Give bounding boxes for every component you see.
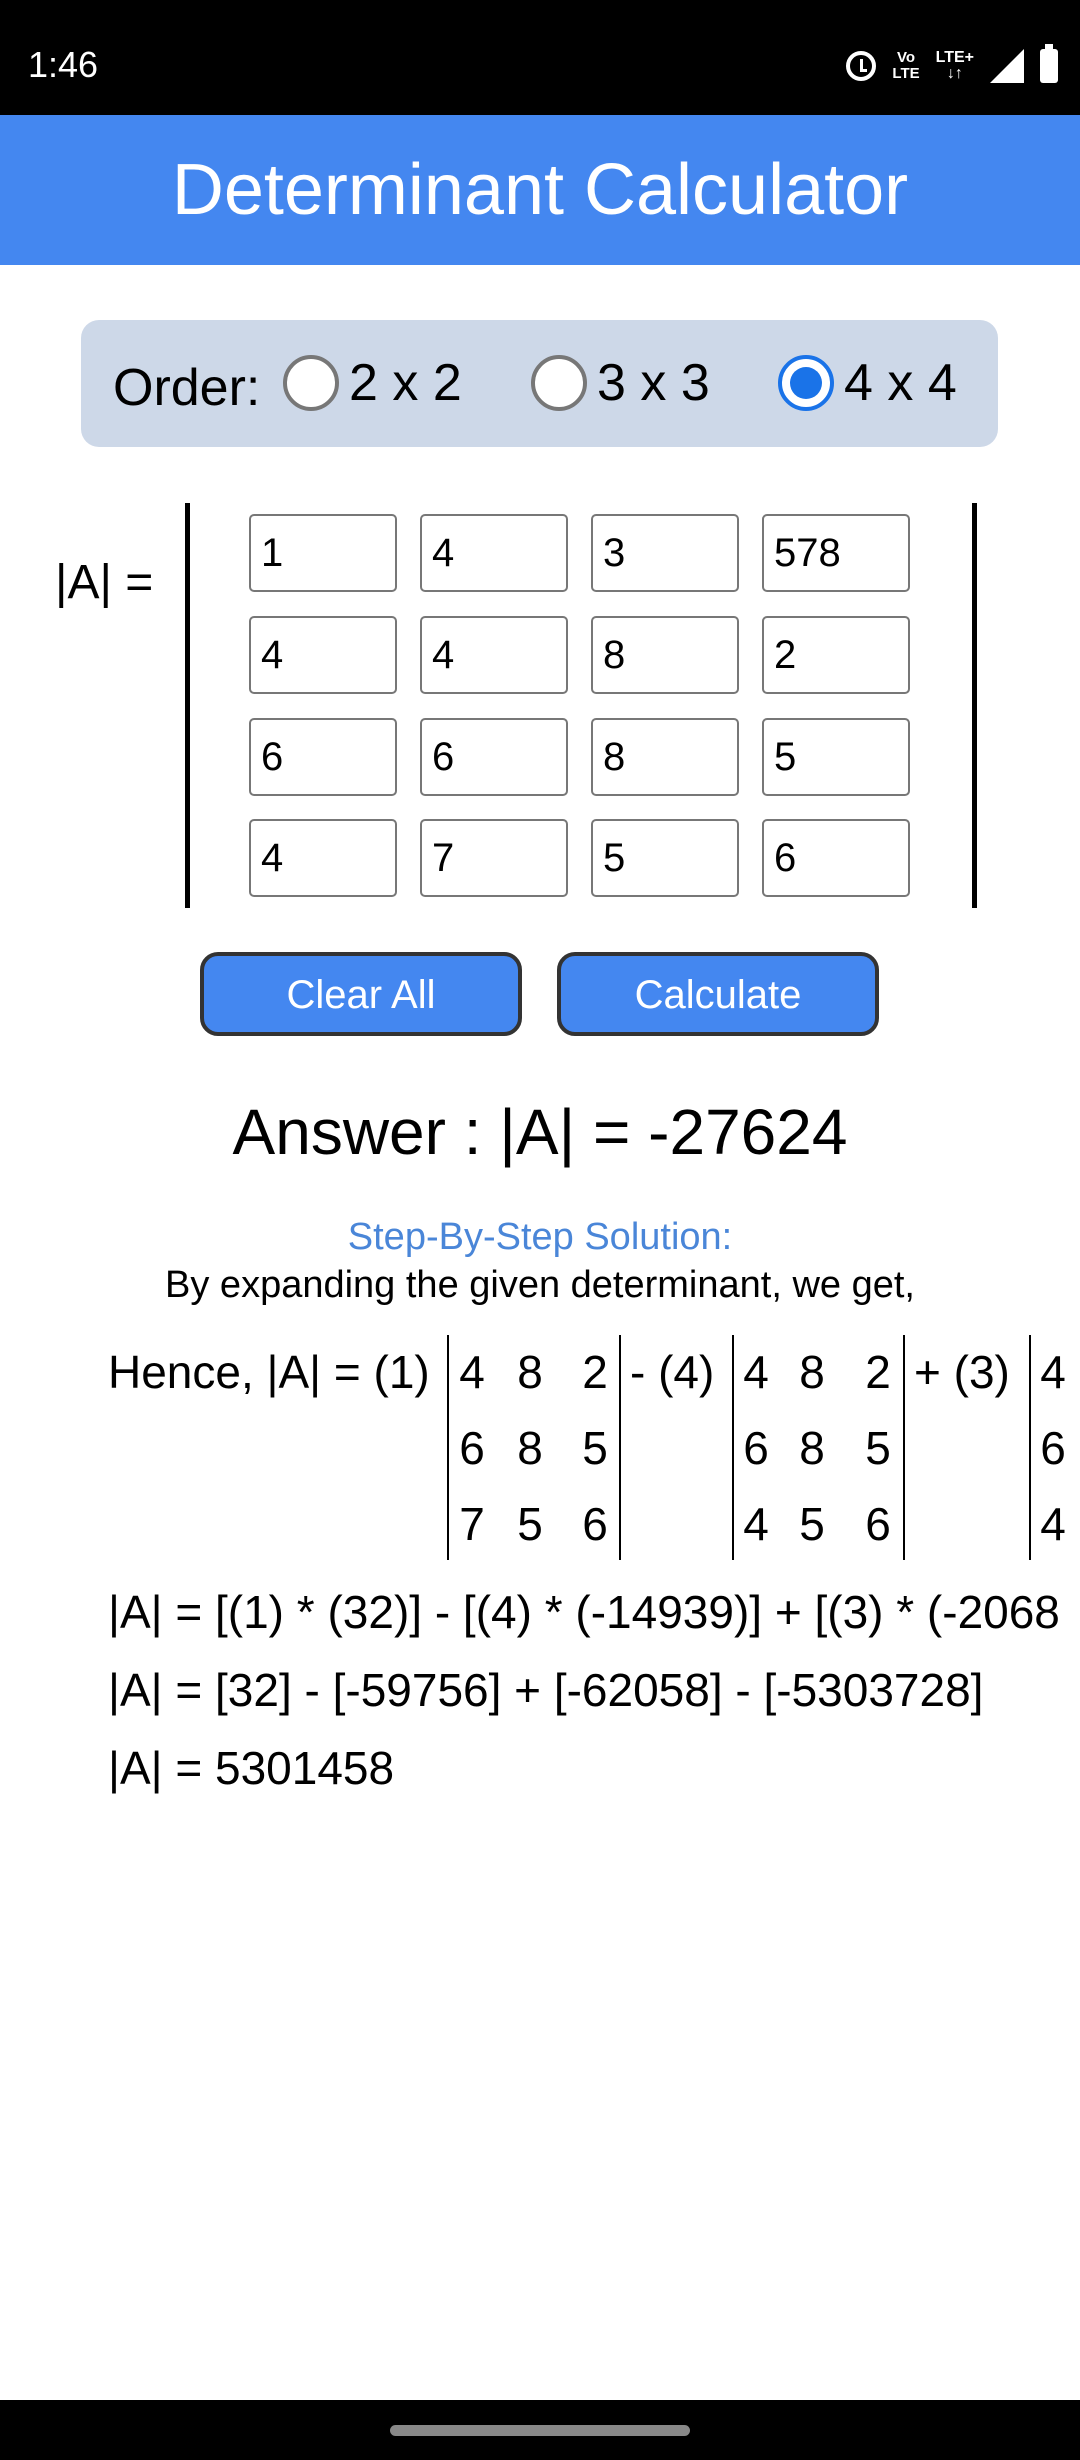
minor3-entry: 4	[1040, 1498, 1066, 1550]
matrix-cell-r2-c2[interactable]	[420, 616, 568, 694]
volte-icon: Vo LTE	[892, 50, 919, 82]
alarm-icon	[846, 51, 877, 81]
matrix-cell-r3-c3[interactable]	[591, 718, 739, 796]
matrix-cell-r3-c2[interactable]	[420, 718, 568, 796]
operator-plus-3: + (3)	[914, 1346, 1010, 1398]
matrix-cell-r3-c4[interactable]	[762, 718, 910, 796]
minor2-entry: 6	[743, 1422, 769, 1474]
signal-icon	[990, 49, 1024, 83]
solution-line-2: |A| = [32] - [-59756] + [-62058] - [-530…	[108, 1664, 984, 1716]
order-option-2x2[interactable]: 2 x 2	[283, 350, 462, 416]
matrix-cell-r1-c1[interactable]	[249, 514, 397, 592]
order-option-label: 3 x 3	[597, 354, 710, 412]
page-title: Determinant Calculator	[171, 150, 909, 230]
minor2-entry: 6	[865, 1498, 891, 1550]
lte-plus-icon: LTE+ ↓↑	[936, 50, 974, 82]
radio-4x4[interactable]	[778, 355, 834, 411]
matrix-cell-r2-c3[interactable]	[591, 616, 739, 694]
solution-intro: By expanding the given determinant, we g…	[165, 1264, 915, 1306]
clear-all-button[interactable]: Clear All	[200, 952, 522, 1036]
solution-line-1: |A| = [(1) * (32)] - [(4) * (-14939)] + …	[108, 1586, 1060, 1638]
order-selector: Order: 2 x 2 3 x 3 4 x 4	[81, 320, 998, 447]
minor1-entry: 8	[517, 1422, 543, 1474]
battery-icon	[1040, 44, 1058, 83]
determinant-bar-right	[972, 503, 977, 908]
matrix-cell-r4-c4[interactable]	[762, 819, 910, 897]
data-arrows-icon: ↓↑	[946, 65, 963, 82]
minor3-entry: 4	[1040, 1346, 1066, 1398]
minor2-entry: 5	[799, 1498, 825, 1550]
minor2-entry: 8	[799, 1346, 825, 1398]
minor3-bar-left	[1029, 1335, 1031, 1560]
status-time: 1:46	[28, 44, 99, 85]
minor1-entry: 4	[459, 1346, 485, 1398]
minor1-entry: 2	[582, 1346, 608, 1398]
volte-bottom: LTE	[892, 65, 920, 82]
minor1-entry: 5	[517, 1498, 543, 1550]
order-option-label: 4 x 4	[844, 354, 957, 412]
minor1-entry: 8	[517, 1346, 543, 1398]
radio-2x2[interactable]	[283, 355, 339, 411]
minor1-entry: 7	[459, 1498, 485, 1550]
matrix-cell-r4-c3[interactable]	[591, 819, 739, 897]
matrix-label: |A| =	[55, 556, 154, 609]
radio-3x3[interactable]	[531, 355, 587, 411]
matrix-cell-r1-c2[interactable]	[420, 514, 568, 592]
solution-title: Step-By-Step Solution:	[347, 1216, 733, 1258]
minor3-entry: 6	[1040, 1422, 1066, 1474]
status-icons: Vo LTE LTE+ ↓↑	[846, 44, 1058, 86]
lte-label: LTE+	[935, 49, 974, 66]
volte-top: Vo	[896, 49, 916, 66]
operator-minus-4: - (4)	[630, 1346, 715, 1398]
order-option-label: 2 x 2	[349, 354, 462, 412]
minor2-entry: 8	[799, 1422, 825, 1474]
minor2-entry: 5	[865, 1422, 891, 1474]
app-header: Determinant Calculator	[0, 115, 1080, 265]
hence-prefix: Hence, |A| = (1)	[108, 1346, 430, 1398]
minor2-entry: 2	[865, 1346, 891, 1398]
minor2-entry: 4	[743, 1498, 769, 1550]
matrix-cell-r1-c4[interactable]	[762, 514, 910, 592]
minor2-bar-left	[732, 1335, 734, 1560]
order-option-4x4[interactable]: 4 x 4	[778, 350, 957, 416]
answer-text: Answer : |A| = -27624	[232, 1096, 848, 1168]
minor1-entry: 6	[582, 1498, 608, 1550]
minor1-entry: 6	[459, 1422, 485, 1474]
minor2-entry: 4	[743, 1346, 769, 1398]
calculate-button[interactable]: Calculate	[557, 952, 879, 1036]
matrix-cell-r1-c3[interactable]	[591, 514, 739, 592]
solution-line-3: |A| = 5301458	[108, 1742, 395, 1794]
minor1-bar-right	[619, 1335, 621, 1560]
home-gesture-handle[interactable]	[390, 2425, 690, 2436]
matrix-cell-r3-c1[interactable]	[249, 718, 397, 796]
determinant-bar-left	[185, 503, 190, 908]
order-label: Order:	[113, 359, 261, 417]
order-option-3x3[interactable]: 3 x 3	[531, 350, 710, 416]
status-bar: 1:46 Vo LTE LTE+ ↓↑	[0, 0, 1080, 115]
matrix-cell-r2-c1[interactable]	[249, 616, 397, 694]
minor2-bar-right	[903, 1335, 905, 1560]
navigation-bar	[0, 2400, 1080, 2460]
minor1-bar-left	[447, 1335, 449, 1560]
matrix-cell-r4-c1[interactable]	[249, 819, 397, 897]
matrix-cell-r4-c2[interactable]	[420, 819, 568, 897]
matrix-cell-r2-c4[interactable]	[762, 616, 910, 694]
minor1-entry: 5	[582, 1422, 608, 1474]
